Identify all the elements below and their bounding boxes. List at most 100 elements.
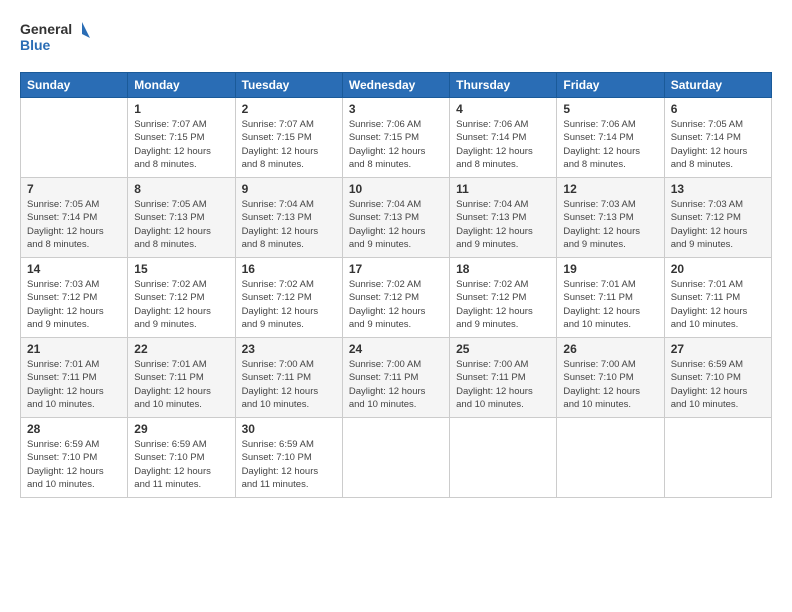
cell-info: Sunrise: 7:03 AM Sunset: 7:12 PM Dayligh… <box>671 198 765 251</box>
cell-info: Sunrise: 7:04 AM Sunset: 7:13 PM Dayligh… <box>242 198 336 251</box>
cell-info: Sunrise: 7:00 AM Sunset: 7:10 PM Dayligh… <box>563 358 657 411</box>
cell-w1-d2: 9 Sunrise: 7:04 AM Sunset: 7:13 PM Daylig… <box>235 178 342 258</box>
day-number: 7 <box>27 182 121 196</box>
cell-w2-d4: 18 Sunrise: 7:02 AM Sunset: 7:12 PM Dayli… <box>450 258 557 338</box>
cell-info: Sunrise: 7:04 AM Sunset: 7:13 PM Dayligh… <box>349 198 443 251</box>
day-number: 3 <box>349 102 443 116</box>
col-header-monday: Monday <box>128 73 235 98</box>
day-number: 27 <box>671 342 765 356</box>
cell-w1-d6: 13 Sunrise: 7:03 AM Sunset: 7:12 PM Dayli… <box>664 178 771 258</box>
cell-w1-d0: 7Sunrise: 7:05 AM Sunset: 7:14 PM Daylig… <box>21 178 128 258</box>
col-header-tuesday: Tuesday <box>235 73 342 98</box>
cell-info: Sunrise: 7:04 AM Sunset: 7:13 PM Dayligh… <box>456 198 550 251</box>
col-header-friday: Friday <box>557 73 664 98</box>
day-number: 17 <box>349 262 443 276</box>
cell-w0-d5: 5 Sunrise: 7:06 AM Sunset: 7:14 PM Daylig… <box>557 98 664 178</box>
cell-info: Sunrise: 7:02 AM Sunset: 7:12 PM Dayligh… <box>242 278 336 331</box>
cell-w2-d6: 20 Sunrise: 7:01 AM Sunset: 7:11 PM Dayli… <box>664 258 771 338</box>
col-header-sunday: Sunday <box>21 73 128 98</box>
day-number: 13 <box>671 182 765 196</box>
cell-w0-d3: 3 Sunrise: 7:06 AM Sunset: 7:15 PM Daylig… <box>342 98 449 178</box>
cell-info: Sunrise: 7:00 AM Sunset: 7:11 PM Dayligh… <box>456 358 550 411</box>
cell-info: Sunrise: 7:02 AM Sunset: 7:12 PM Dayligh… <box>349 278 443 331</box>
day-number: 20 <box>671 262 765 276</box>
cell-info: Sunrise: 7:02 AM Sunset: 7:12 PM Dayligh… <box>456 278 550 331</box>
cell-w3-d4: 25 Sunrise: 7:00 AM Sunset: 7:11 PM Dayli… <box>450 338 557 418</box>
svg-text:Blue: Blue <box>20 37 51 53</box>
cell-w1-d4: 11 Sunrise: 7:04 AM Sunset: 7:13 PM Dayli… <box>450 178 557 258</box>
cell-w4-d1: 29 Sunrise: 6:59 AM Sunset: 7:10 PM Dayli… <box>128 418 235 498</box>
cell-w3-d3: 24 Sunrise: 7:00 AM Sunset: 7:11 PM Dayli… <box>342 338 449 418</box>
cell-w2-d5: 19 Sunrise: 7:01 AM Sunset: 7:11 PM Dayli… <box>557 258 664 338</box>
cell-w3-d0: 21 Sunrise: 7:01 AM Sunset: 7:11 PM Dayli… <box>21 338 128 418</box>
cell-w3-d1: 22Sunrise: 7:01 AM Sunset: 7:11 PM Dayli… <box>128 338 235 418</box>
day-number: 19 <box>563 262 657 276</box>
cell-info: Sunrise: 7:05 AM Sunset: 7:13 PM Dayligh… <box>134 198 228 251</box>
calendar-table: SundayMondayTuesdayWednesdayThursdayFrid… <box>20 72 772 498</box>
day-number: 14 <box>27 262 121 276</box>
cell-w0-d4: 4 Sunrise: 7:06 AM Sunset: 7:14 PM Daylig… <box>450 98 557 178</box>
cell-info: Sunrise: 7:01 AM Sunset: 7:11 PM Dayligh… <box>27 358 121 411</box>
day-number: 28 <box>27 422 121 436</box>
header: General Blue <box>20 18 772 60</box>
day-number: 9 <box>242 182 336 196</box>
col-header-saturday: Saturday <box>664 73 771 98</box>
day-number: 24 <box>349 342 443 356</box>
cell-info: Sunrise: 7:06 AM Sunset: 7:14 PM Dayligh… <box>456 118 550 171</box>
cell-w0-d6: 6 Sunrise: 7:05 AM Sunset: 7:14 PM Daylig… <box>664 98 771 178</box>
cell-w4-d3 <box>342 418 449 498</box>
cell-info: Sunrise: 7:00 AM Sunset: 7:11 PM Dayligh… <box>349 358 443 411</box>
cell-w4-d4 <box>450 418 557 498</box>
day-number: 2 <box>242 102 336 116</box>
cell-w0-d2: 2 Sunrise: 7:07 AM Sunset: 7:15 PM Daylig… <box>235 98 342 178</box>
day-number: 6 <box>671 102 765 116</box>
day-number: 12 <box>563 182 657 196</box>
cell-info: Sunrise: 7:02 AM Sunset: 7:12 PM Dayligh… <box>134 278 228 331</box>
cell-w0-d0 <box>21 98 128 178</box>
day-number: 22 <box>134 342 228 356</box>
cell-info: Sunrise: 7:06 AM Sunset: 7:14 PM Dayligh… <box>563 118 657 171</box>
svg-text:General: General <box>20 21 72 37</box>
page: General Blue SundayMondayTuesdayWednesda… <box>0 0 792 508</box>
day-number: 18 <box>456 262 550 276</box>
day-number: 16 <box>242 262 336 276</box>
cell-w2-d1: 15 Sunrise: 7:02 AM Sunset: 7:12 PM Dayli… <box>128 258 235 338</box>
day-number: 26 <box>563 342 657 356</box>
cell-w1-d5: 12 Sunrise: 7:03 AM Sunset: 7:13 PM Dayli… <box>557 178 664 258</box>
day-number: 1 <box>134 102 228 116</box>
cell-info: Sunrise: 6:59 AM Sunset: 7:10 PM Dayligh… <box>134 438 228 491</box>
logo: General Blue <box>20 18 90 60</box>
cell-w2-d0: 14 Sunrise: 7:03 AM Sunset: 7:12 PM Dayli… <box>21 258 128 338</box>
cell-info: Sunrise: 7:06 AM Sunset: 7:15 PM Dayligh… <box>349 118 443 171</box>
cell-info: Sunrise: 6:59 AM Sunset: 7:10 PM Dayligh… <box>242 438 336 491</box>
day-number: 30 <box>242 422 336 436</box>
cell-info: Sunrise: 7:01 AM Sunset: 7:11 PM Dayligh… <box>671 278 765 331</box>
day-number: 4 <box>456 102 550 116</box>
cell-info: Sunrise: 7:07 AM Sunset: 7:15 PM Dayligh… <box>242 118 336 171</box>
day-number: 5 <box>563 102 657 116</box>
day-number: 15 <box>134 262 228 276</box>
cell-w2-d2: 16 Sunrise: 7:02 AM Sunset: 7:12 PM Dayli… <box>235 258 342 338</box>
day-number: 29 <box>134 422 228 436</box>
day-number: 25 <box>456 342 550 356</box>
col-header-thursday: Thursday <box>450 73 557 98</box>
col-header-wednesday: Wednesday <box>342 73 449 98</box>
cell-w3-d6: 27 Sunrise: 6:59 AM Sunset: 7:10 PM Dayli… <box>664 338 771 418</box>
cell-w4-d2: 30 Sunrise: 6:59 AM Sunset: 7:10 PM Dayli… <box>235 418 342 498</box>
cell-w1-d1: 8Sunrise: 7:05 AM Sunset: 7:13 PM Daylig… <box>128 178 235 258</box>
cell-w1-d3: 10 Sunrise: 7:04 AM Sunset: 7:13 PM Dayli… <box>342 178 449 258</box>
cell-info: Sunrise: 7:05 AM Sunset: 7:14 PM Dayligh… <box>671 118 765 171</box>
cell-info: Sunrise: 7:03 AM Sunset: 7:12 PM Dayligh… <box>27 278 121 331</box>
cell-info: Sunrise: 7:03 AM Sunset: 7:13 PM Dayligh… <box>563 198 657 251</box>
day-number: 10 <box>349 182 443 196</box>
day-number: 11 <box>456 182 550 196</box>
cell-info: Sunrise: 7:00 AM Sunset: 7:11 PM Dayligh… <box>242 358 336 411</box>
day-number: 21 <box>27 342 121 356</box>
day-number: 23 <box>242 342 336 356</box>
cell-w2-d3: 17 Sunrise: 7:02 AM Sunset: 7:12 PM Dayli… <box>342 258 449 338</box>
cell-info: Sunrise: 7:01 AM Sunset: 7:11 PM Dayligh… <box>563 278 657 331</box>
cell-w4-d6 <box>664 418 771 498</box>
cell-info: Sunrise: 7:07 AM Sunset: 7:15 PM Dayligh… <box>134 118 228 171</box>
cell-info: Sunrise: 6:59 AM Sunset: 7:10 PM Dayligh… <box>671 358 765 411</box>
cell-w4-d0: 28Sunrise: 6:59 AM Sunset: 7:10 PM Dayli… <box>21 418 128 498</box>
